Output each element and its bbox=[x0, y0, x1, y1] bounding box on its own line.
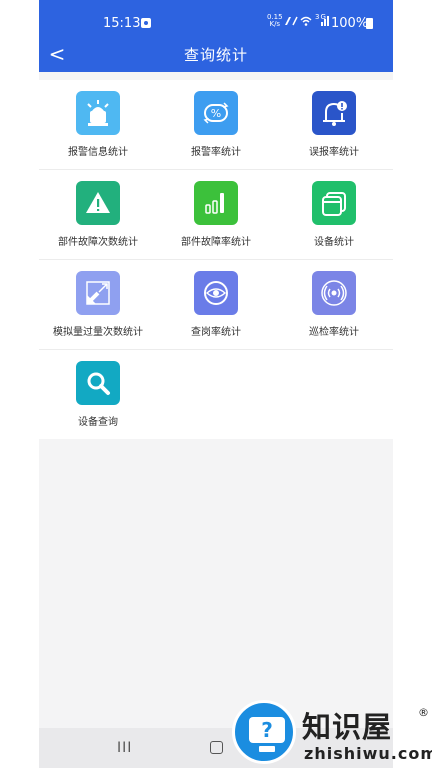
menu-item-fault-rate[interactable]: 部件故障率统计 bbox=[157, 170, 275, 259]
eye-icon bbox=[194, 271, 238, 315]
menu-item-label: 查岗率统计 bbox=[191, 327, 241, 338]
monitor-stand bbox=[259, 746, 275, 752]
recent-apps-button[interactable]: III bbox=[117, 740, 132, 756]
menu-item-label: 部件故障次数统计 bbox=[58, 237, 138, 248]
bar-chart-icon bbox=[194, 181, 238, 225]
net-speed-unit: K/s bbox=[269, 20, 281, 28]
battery-icon bbox=[366, 18, 373, 29]
watermark-badge-glyph: ? bbox=[249, 717, 285, 743]
menu-item-post-check-rate[interactable]: 查岗率统计 bbox=[157, 260, 275, 349]
watermark-brand-en: zhishiwu.com bbox=[304, 744, 432, 763]
menu-item-analog-overlimit[interactable]: 模拟量过量次数统计 bbox=[39, 260, 157, 349]
app-screen: 15:13 0.15 K/s 3G 100% < 查询统计 报警信息统计 % 报… bbox=[39, 0, 393, 768]
menu-item-device-search[interactable]: 设备查询 bbox=[39, 350, 157, 439]
app-header: 15:13 0.15 K/s 3G 100% < 查询统计 bbox=[39, 0, 393, 72]
menu-item-label: 误报率统计 bbox=[309, 147, 359, 158]
stacked-cards-icon bbox=[312, 181, 356, 225]
menu-item-alarm-rate[interactable]: % 报警率统计 bbox=[157, 80, 275, 169]
menu-item-label: 设备查询 bbox=[78, 417, 118, 428]
watermark-logo: ? 知识屋 ® zhishiwu.com bbox=[232, 700, 432, 768]
menu-item-label: 巡检率统计 bbox=[309, 327, 359, 338]
menu-item-label: 设备统计 bbox=[314, 237, 354, 248]
bell-alert-icon bbox=[312, 91, 356, 135]
svg-text:%: % bbox=[211, 107, 221, 120]
home-button[interactable] bbox=[210, 741, 223, 754]
search-icon bbox=[76, 361, 120, 405]
battery-percent: 100% bbox=[331, 16, 369, 31]
menu-item-alarm-info[interactable]: 报警信息统计 bbox=[39, 80, 157, 169]
menu-item-label: 模拟量过量次数统计 bbox=[53, 327, 143, 338]
signal-wave-icon bbox=[312, 271, 356, 315]
status-bar: 15:13 0.15 K/s 3G 100% bbox=[39, 10, 393, 38]
menu-grid: 报警信息统计 % 报警率统计 误报率统计 部件故障次数统计 部件故障率统计 设备… bbox=[39, 80, 393, 439]
menu-item-label: 报警信息统计 bbox=[68, 147, 128, 158]
menu-row: 模拟量过量次数统计 查岗率统计 巡检率统计 bbox=[39, 260, 393, 350]
menu-row: 部件故障次数统计 部件故障率统计 设备统计 bbox=[39, 170, 393, 260]
menu-item-device-stats[interactable]: 设备统计 bbox=[275, 170, 393, 259]
menu-row: 设备查询 bbox=[39, 350, 157, 439]
menu-item-fault-count[interactable]: 部件故障次数统计 bbox=[39, 170, 157, 259]
title-bar: < 查询统计 bbox=[39, 38, 393, 72]
network-speed: 0.15 K/s bbox=[267, 14, 283, 28]
menu-item-patrol-rate[interactable]: 巡检率统计 bbox=[275, 260, 393, 349]
monitor-question-icon: ? bbox=[232, 700, 296, 764]
menu-item-false-alarm-rate[interactable]: 误报率统计 bbox=[275, 80, 393, 169]
siren-icon bbox=[76, 91, 120, 135]
menu-item-label: 报警率统计 bbox=[191, 147, 241, 158]
warning-triangle-icon bbox=[76, 181, 120, 225]
signal-icons: 3G bbox=[283, 13, 329, 30]
menu-row: 报警信息统计 % 报警率统计 误报率统计 bbox=[39, 80, 393, 170]
percent-cycle-icon: % bbox=[194, 91, 238, 135]
page-title: 查询统计 bbox=[183, 46, 248, 64]
watermark-brand-cn: 知识屋 bbox=[302, 710, 393, 744]
status-time: 15:13 bbox=[103, 16, 141, 31]
expand-arrows-icon bbox=[76, 271, 120, 315]
registered-mark: ® bbox=[418, 706, 429, 719]
notification-icon bbox=[141, 18, 151, 28]
signal-type: 3G bbox=[315, 13, 327, 21]
menu-item-label: 部件故障率统计 bbox=[181, 237, 251, 248]
